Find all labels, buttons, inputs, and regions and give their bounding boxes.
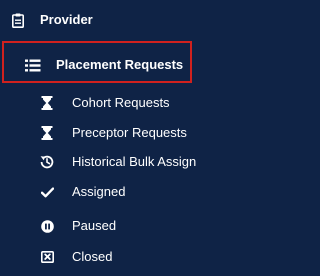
sidebar-item-preceptor-requests[interactable]: Preceptor Requests: [0, 123, 202, 143]
list-icon: [24, 56, 42, 74]
history-icon: [38, 153, 56, 171]
sidebar-item-cohort-requests[interactable]: Cohort Requests: [0, 93, 202, 113]
close-box-icon: [38, 248, 56, 266]
hourglass-icon: [38, 124, 56, 142]
sidebar-item-label: Assigned: [72, 184, 126, 199]
pause-circle-icon: [38, 217, 56, 235]
sidebar-item-label: Historical Bulk Assign: [72, 154, 197, 169]
sidebar-item-label: Placement Requests: [56, 57, 184, 72]
sidebar-item-label: Preceptor Requests: [72, 125, 187, 140]
sidebar-section-title: Provider: [40, 12, 93, 27]
sidebar-item-placement-requests[interactable]: Placement Requests: [0, 54, 202, 76]
sidebar-item-assigned[interactable]: Assigned: [0, 182, 202, 202]
sidebar-section-provider[interactable]: Provider: [0, 9, 202, 31]
sidebar-menu: Provider Placement Requests Cohort Reque: [0, 0, 202, 276]
hourglass-icon: [38, 94, 56, 112]
sidebar-item-label: Closed: [72, 249, 113, 264]
sidebar-item-label: Cohort Requests: [72, 95, 170, 110]
clipboard-icon: [9, 11, 27, 29]
sidebar-item-closed[interactable]: Closed: [0, 247, 202, 267]
sidebar-item-historical-bulk-assign[interactable]: Historical Bulk Assign: [0, 152, 202, 172]
sidebar-item-paused[interactable]: Paused: [0, 216, 202, 236]
sidebar-item-label: Paused: [72, 218, 117, 233]
check-icon: [38, 183, 56, 201]
